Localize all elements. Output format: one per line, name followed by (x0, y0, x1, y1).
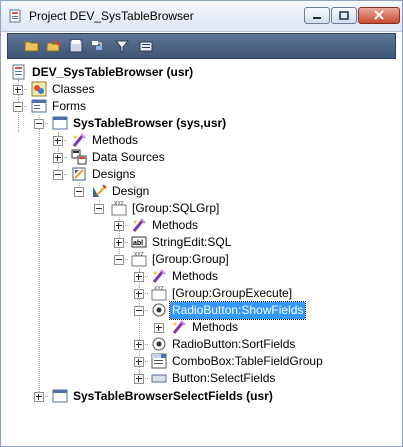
project-window: Project DEV_SysTableBrowser DEV_SysTable… (0, 0, 403, 447)
expand-icon[interactable] (154, 323, 164, 333)
window-title: Project DEV_SysTableBrowser (29, 9, 194, 23)
expand-icon[interactable] (114, 238, 124, 248)
expand-icon[interactable] (134, 272, 144, 282)
save-icon[interactable] (68, 38, 84, 54)
collapse-icon[interactable] (13, 102, 23, 112)
methods-icon (152, 269, 166, 283)
project-tree: DEV_SysTableBrowser (usr) Classes Forms (1, 61, 402, 445)
button-icon (151, 374, 167, 383)
tree-label-form-systablebrowser: SysTableBrowser (sys,usr) (73, 116, 227, 130)
minimize-icon (313, 17, 321, 19)
expand-icon[interactable] (134, 289, 144, 299)
open-icon[interactable] (24, 38, 40, 54)
collapse-icon[interactable] (53, 170, 63, 180)
tree-label-methods: Methods (192, 320, 239, 334)
expand-icon[interactable] (53, 136, 63, 146)
tree-label-methods: Methods (92, 133, 139, 147)
group-icon: XYZ (131, 252, 147, 267)
expand-icon[interactable] (134, 374, 144, 384)
data-sources-icon (71, 149, 87, 165)
properties-icon[interactable] (138, 38, 154, 54)
tree-label-group-sqlgrp: [Group:SQLGrp] (132, 201, 220, 215)
methods-icon (132, 218, 146, 232)
tree-label-methods: Methods (152, 218, 199, 232)
expand-icon[interactable] (134, 340, 144, 350)
tree-label-methods: Methods (172, 269, 219, 283)
group-icon: XYZ (111, 201, 127, 216)
tree-label-data-sources: Data Sources (92, 150, 165, 164)
tree-label-classes: Classes (52, 82, 95, 96)
tree-label-radio-showfields: RadioButton:ShowFields (168, 301, 307, 320)
close-button[interactable] (358, 7, 400, 24)
expand-icon[interactable] (13, 85, 23, 95)
maximize-button[interactable] (331, 7, 357, 24)
tree-label-design: Design (112, 184, 150, 198)
project-icon (12, 64, 25, 80)
stringedit-icon: abl (131, 236, 147, 248)
collapse-icon[interactable] (34, 119, 44, 129)
expand-icon[interactable] (134, 357, 144, 367)
tree-label-combobox: ComboBox:TableFieldGroup (172, 354, 323, 368)
forms-icon (31, 99, 47, 113)
tree-label-designs: Designs (92, 167, 136, 181)
title-bar[interactable]: Project DEV_SysTableBrowser (1, 1, 402, 32)
project-icon (9, 9, 21, 23)
tree-label-group-group: [Group:Group] (152, 252, 229, 266)
collapse-icon[interactable] (134, 306, 144, 316)
toolbar (7, 33, 396, 59)
tree-label-radio-sortfields: RadioButton:SortFields (172, 337, 296, 351)
filter-icon[interactable] (114, 38, 130, 54)
form-icon (52, 389, 68, 403)
classes-icon (31, 81, 47, 97)
tree-label-form-systablebrowserselectfields: SysTableBrowserSelectFields (usr) (73, 389, 273, 403)
methods-icon (72, 133, 86, 147)
collapse-icon[interactable] (94, 204, 104, 214)
expand-icon[interactable] (114, 221, 124, 231)
tree-label-group-groupexecute: [Group:GroupExecute] (172, 286, 293, 300)
radiobutton-icon (152, 303, 166, 317)
group-icon: XYZ (151, 286, 167, 301)
designs-icon (72, 167, 86, 181)
tree-label-root: DEV_SysTableBrowser (usr) (32, 65, 194, 79)
collapse-icon[interactable] (74, 187, 84, 197)
tree-label-stringedit-sql: StringEdit:SQL (152, 235, 232, 249)
methods-icon (172, 320, 186, 334)
svg-text:XYZ: XYZ (114, 201, 124, 207)
design-icon (93, 184, 107, 197)
svg-text:XYZ: XYZ (154, 286, 164, 292)
radiobutton-icon (152, 337, 166, 351)
form-icon (52, 116, 68, 130)
tree-label-button-selectfields: Button:SelectFields (172, 371, 276, 385)
expand-icon[interactable] (34, 392, 44, 402)
expand-icon[interactable] (53, 153, 63, 163)
combobox-icon (151, 353, 167, 369)
svg-text:abl: abl (133, 240, 143, 247)
edit-icon[interactable] (46, 38, 62, 54)
minimize-button[interactable] (304, 7, 330, 24)
svg-text:XYZ: XYZ (134, 252, 144, 258)
collapse-icon[interactable] (114, 255, 124, 265)
compile-icon[interactable] (90, 38, 106, 54)
tree-label-forms: Forms (52, 99, 86, 113)
close-icon (374, 10, 384, 20)
maximize-icon (339, 11, 349, 20)
